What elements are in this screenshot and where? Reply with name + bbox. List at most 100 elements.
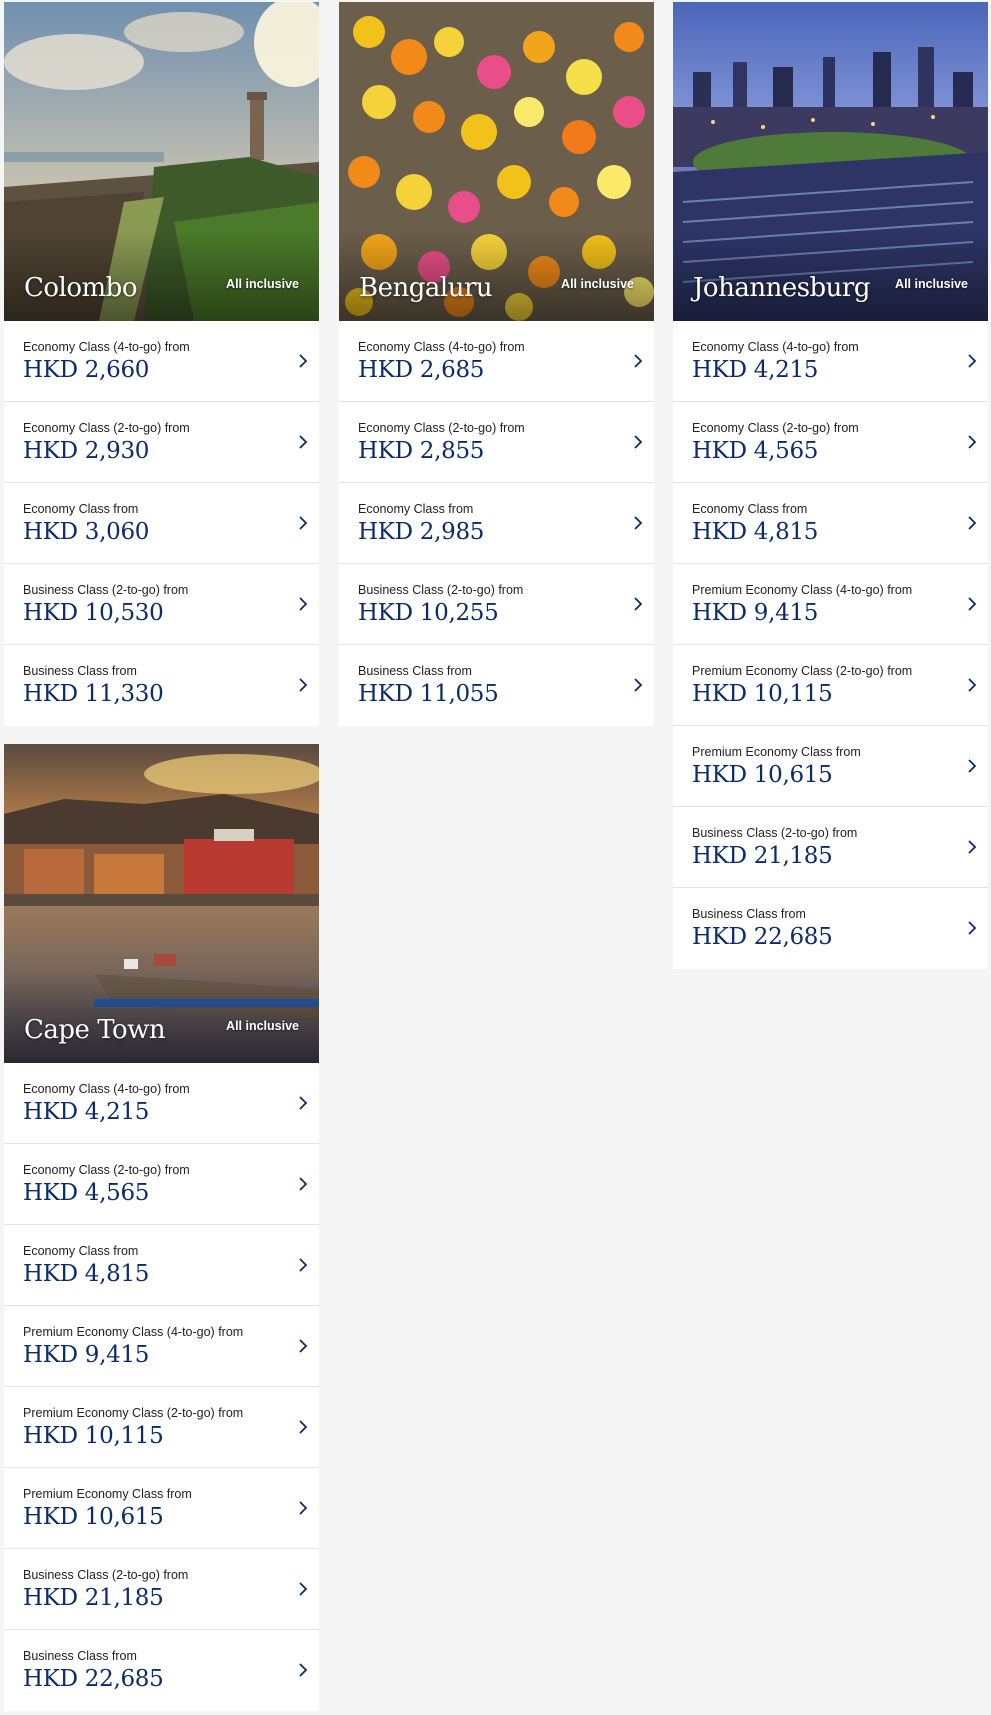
chevron-right-icon <box>968 435 977 449</box>
fare-price: HKD 21,185 <box>692 843 833 869</box>
fare-row[interactable]: Premium Economy Class from HKD 10,615 <box>4 1468 319 1549</box>
fare-price: HKD 2,855 <box>358 438 485 464</box>
fare-class-label: Business Class (2-to-go) from <box>358 583 524 597</box>
all-inclusive-badge: All inclusive <box>226 277 299 291</box>
fare-class-label: Business Class from <box>692 907 806 921</box>
fare-class-label: Economy Class (2-to-go) from <box>692 421 859 435</box>
chevron-right-icon <box>299 1177 308 1191</box>
fare-row[interactable]: Economy Class from HKD 3,060 <box>4 483 319 564</box>
fare-row[interactable]: Economy Class from HKD 4,815 <box>673 483 988 564</box>
fare-price: HKD 11,055 <box>358 681 499 707</box>
fare-class-label: Economy Class from <box>358 502 474 516</box>
chevron-right-icon <box>634 597 643 611</box>
fare-class-label: Economy Class from <box>23 1244 139 1258</box>
fare-price: HKD 10,615 <box>692 762 833 788</box>
chevron-right-icon <box>299 354 308 368</box>
fare-row[interactable]: Business Class from HKD 22,685 <box>4 1630 319 1711</box>
fare-price: HKD 2,985 <box>358 519 485 545</box>
city-name: Colombo <box>24 273 137 303</box>
fare-row[interactable]: Premium Economy Class (4-to-go) from HKD… <box>673 564 988 645</box>
fare-class-label: Business Class from <box>23 664 137 678</box>
fare-price: HKD 3,060 <box>23 519 150 545</box>
hero-image-cape-town[interactable]: Cape Town All inclusive <box>4 744 319 1063</box>
fare-class-label: Premium Economy Class from <box>692 745 861 759</box>
fare-row[interactable]: Premium Economy Class from HKD 10,615 <box>673 726 988 807</box>
chevron-right-icon <box>299 1582 308 1596</box>
fare-row[interactable]: Economy Class (4-to-go) from HKD 4,215 <box>4 1063 319 1144</box>
fare-price: HKD 4,815 <box>23 1261 150 1287</box>
fare-price: HKD 10,615 <box>23 1504 164 1530</box>
fare-price: HKD 22,685 <box>692 924 833 950</box>
fare-row[interactable]: Economy Class (2-to-go) from HKD 2,930 <box>4 402 319 483</box>
fare-row[interactable]: Economy Class from HKD 2,985 <box>339 483 654 564</box>
city-name: Johannesburg <box>693 273 871 303</box>
fare-class-label: Economy Class from <box>692 502 808 516</box>
fare-row[interactable]: Business Class from HKD 22,685 <box>673 888 988 969</box>
city-name: Cape Town <box>24 1015 166 1045</box>
fare-row[interactable]: Economy Class (4-to-go) from HKD 2,685 <box>339 321 654 402</box>
chevron-right-icon <box>299 597 308 611</box>
chevron-right-icon <box>299 1501 308 1515</box>
fare-class-label: Business Class (2-to-go) from <box>23 583 189 597</box>
fare-row[interactable]: Business Class from HKD 11,330 <box>4 645 319 726</box>
hero-image-colombo[interactable]: Colombo All inclusive <box>4 2 319 321</box>
all-inclusive-badge: All inclusive <box>226 1019 299 1033</box>
destination-card-bengaluru: Bengaluru All inclusive Economy Class (4… <box>339 2 654 726</box>
chevron-right-icon <box>299 516 308 530</box>
fare-price: HKD 4,215 <box>692 357 819 383</box>
fare-price: HKD 9,415 <box>692 600 819 626</box>
destination-card-cape-town: Cape Town All inclusive Economy Class (4… <box>4 744 319 1711</box>
chevron-right-icon <box>968 921 977 935</box>
fare-list: Economy Class (4-to-go) from HKD 4,215 E… <box>673 321 988 969</box>
fare-price: HKD 22,685 <box>23 1666 164 1692</box>
city-name: Bengaluru <box>359 273 493 303</box>
all-inclusive-badge: All inclusive <box>895 277 968 291</box>
chevron-right-icon <box>299 1663 308 1677</box>
fare-price: HKD 4,565 <box>23 1180 150 1206</box>
chevron-right-icon <box>299 435 308 449</box>
chevron-right-icon <box>299 1339 308 1353</box>
fare-class-label: Economy Class (2-to-go) from <box>23 421 190 435</box>
chevron-right-icon <box>634 678 643 692</box>
fare-row[interactable]: Economy Class (2-to-go) from HKD 2,855 <box>339 402 654 483</box>
chevron-right-icon <box>299 678 308 692</box>
all-inclusive-badge: All inclusive <box>561 277 634 291</box>
fare-row[interactable]: Business Class (2-to-go) from HKD 21,185 <box>673 807 988 888</box>
fare-price: HKD 21,185 <box>23 1585 164 1611</box>
chevron-right-icon <box>299 1420 308 1434</box>
fare-row[interactable]: Business Class (2-to-go) from HKD 10,255 <box>339 564 654 645</box>
fare-price: HKD 9,415 <box>23 1342 150 1368</box>
fare-row[interactable]: Economy Class (4-to-go) from HKD 4,215 <box>673 321 988 402</box>
chevron-right-icon <box>968 840 977 854</box>
chevron-right-icon <box>968 516 977 530</box>
fare-price: HKD 11,330 <box>23 681 164 707</box>
fare-price: HKD 4,215 <box>23 1099 150 1125</box>
fare-price: HKD 10,115 <box>23 1423 164 1449</box>
fare-class-label: Business Class from <box>358 664 472 678</box>
fare-row[interactable]: Business Class (2-to-go) from HKD 21,185 <box>4 1549 319 1630</box>
fare-row[interactable]: Premium Economy Class (2-to-go) from HKD… <box>4 1387 319 1468</box>
fare-price: HKD 2,930 <box>23 438 150 464</box>
fare-price: HKD 10,115 <box>692 681 833 707</box>
fare-price: HKD 4,565 <box>692 438 819 464</box>
fare-row[interactable]: Premium Economy Class (2-to-go) from HKD… <box>673 645 988 726</box>
chevron-right-icon <box>968 597 977 611</box>
fare-row[interactable]: Economy Class from HKD 4,815 <box>4 1225 319 1306</box>
fare-row[interactable]: Economy Class (2-to-go) from HKD 4,565 <box>673 402 988 483</box>
fare-row[interactable]: Business Class (2-to-go) from HKD 10,530 <box>4 564 319 645</box>
chevron-right-icon <box>968 354 977 368</box>
fare-row[interactable]: Premium Economy Class (4-to-go) from HKD… <box>4 1306 319 1387</box>
fare-row[interactable]: Economy Class (4-to-go) from HKD 2,660 <box>4 321 319 402</box>
hero-image-bengaluru[interactable]: Bengaluru All inclusive <box>339 2 654 321</box>
fare-list: Economy Class (4-to-go) from HKD 2,685 E… <box>339 321 654 726</box>
chevron-right-icon <box>968 759 977 773</box>
fare-class-label: Business Class from <box>23 1649 137 1663</box>
fare-row[interactable]: Economy Class (2-to-go) from HKD 4,565 <box>4 1144 319 1225</box>
hero-image-johannesburg[interactable]: Johannesburg All inclusive <box>673 2 988 321</box>
fare-row[interactable]: Business Class from HKD 11,055 <box>339 645 654 726</box>
fare-class-label: Premium Economy Class (2-to-go) from <box>23 1406 244 1420</box>
fare-class-label: Business Class (2-to-go) from <box>692 826 858 840</box>
fare-class-label: Premium Economy Class from <box>23 1487 192 1501</box>
fare-class-label: Economy Class (4-to-go) from <box>23 340 190 354</box>
fare-class-label: Premium Economy Class (2-to-go) from <box>692 664 913 678</box>
